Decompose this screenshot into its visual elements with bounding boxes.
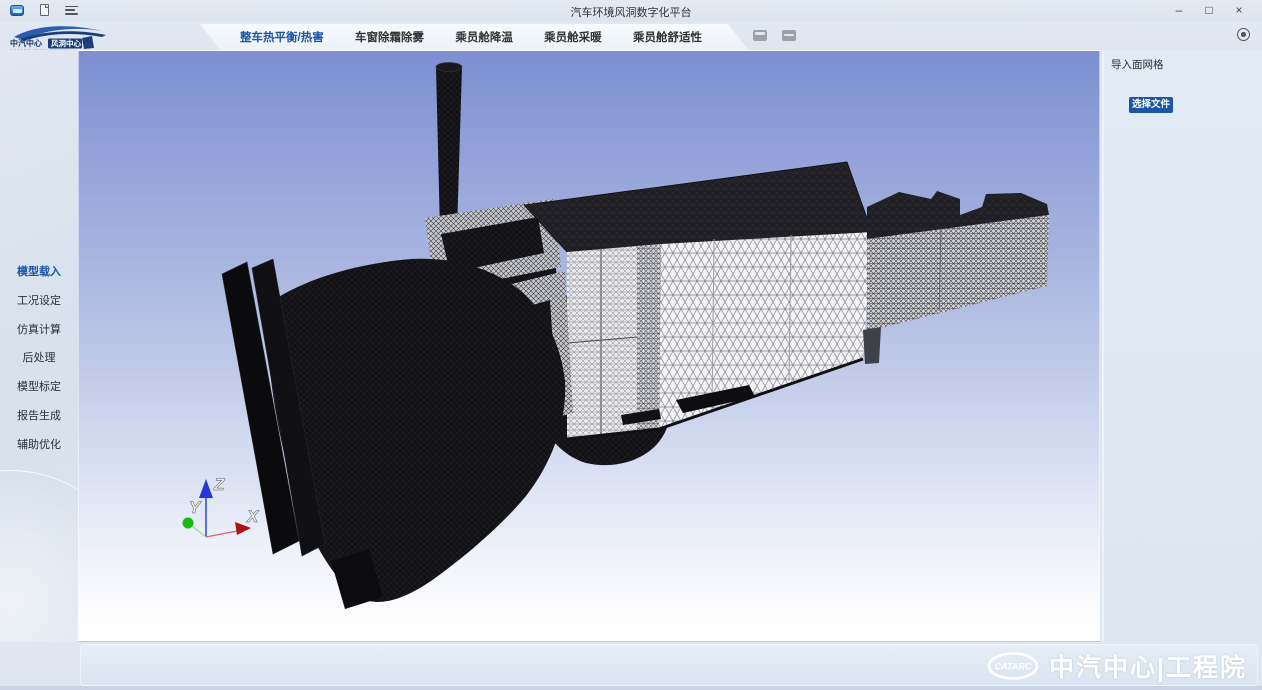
app-window: 汽车环境风洞数字化平台 – □ × 整车热平衡/热害 车窗除霜除雾 乘员舱降温 … (0, 0, 1262, 690)
sidebar-item-postprocess[interactable]: 后处理 (0, 344, 78, 373)
window-title: 汽车环境风洞数字化平台 (0, 4, 1262, 20)
sidebar-item-simulation[interactable]: 仿真计算 (0, 316, 78, 345)
brand-logo: 中汽中心 风洞中心 CATARC WIND TUNNEL (6, 22, 121, 52)
tab-vehicle-thermal[interactable]: 整车热平衡/热害 (240, 29, 324, 45)
sidebar-item-report[interactable]: 报告生成 (0, 402, 78, 431)
axis-label-y: Y (189, 498, 202, 517)
close-button[interactable]: × (1224, 2, 1254, 20)
catarc-logo-text: CATARC (995, 662, 1032, 672)
sidebar: 模型载入 工况设定 仿真计算 后处理 模型标定 报告生成 辅助优化 (0, 50, 78, 642)
panel-collapse-icon[interactable] (782, 30, 796, 41)
titlebar: 汽车环境风洞数字化平台 – □ × (0, 0, 1262, 22)
tab-cabin-heating[interactable]: 乘员舱采暖 (544, 29, 602, 45)
brand-name: 中汽中心 (10, 38, 42, 48)
import-mesh-label: 导入面网格 (1104, 50, 1262, 72)
brand-badge: 风洞中心 (51, 38, 81, 48)
panel-layout-icon[interactable] (753, 30, 767, 41)
sidebar-item-model-load[interactable]: 模型载入 (0, 258, 78, 287)
right-panel: 导入面网格 选择文件 (1102, 50, 1262, 642)
catarc-logo: CATARC (987, 651, 1039, 681)
minimize-button[interactable]: – (1164, 2, 1194, 20)
sidebar-item-model-calibration[interactable]: 模型标定 (0, 373, 78, 402)
maximize-button[interactable]: □ (1194, 2, 1224, 20)
sidebar-item-optimization[interactable]: 辅助优化 (0, 431, 78, 460)
axis-label-z: Z (213, 475, 225, 494)
viewport-3d[interactable]: Z X Y (78, 50, 1100, 642)
footer-brand-text: 中汽中心|工程院 (1049, 648, 1247, 684)
tab-bar: 整车热平衡/热害 车窗除霜除雾 乘员舱降温 乘员舱采暖 乘员舱舒适性 (240, 24, 702, 50)
header: 整车热平衡/热害 车窗除霜除雾 乘员舱降温 乘员舱采暖 乘员舱舒适性 (0, 22, 1262, 50)
select-file-button[interactable]: 选择文件 (1129, 97, 1173, 113)
tab-defrost-defog[interactable]: 车窗除霜除雾 (355, 29, 424, 45)
footer-bar: CATARC 中汽中心|工程院 (80, 644, 1258, 686)
axis-label-x: X (246, 507, 260, 526)
sidebar-item-condition-setup[interactable]: 工况设定 (0, 287, 78, 316)
bottom-edge (0, 686, 1262, 690)
mesh-canvas[interactable]: Z X Y (79, 51, 1101, 643)
user-icon[interactable] (1237, 28, 1250, 41)
mesh-model (222, 63, 1049, 610)
axis-triad: Z X Y (183, 475, 261, 537)
tab-cabin-comfort[interactable]: 乘员舱舒适性 (633, 29, 702, 45)
tab-cabin-cooling[interactable]: 乘员舱降温 (455, 29, 513, 45)
